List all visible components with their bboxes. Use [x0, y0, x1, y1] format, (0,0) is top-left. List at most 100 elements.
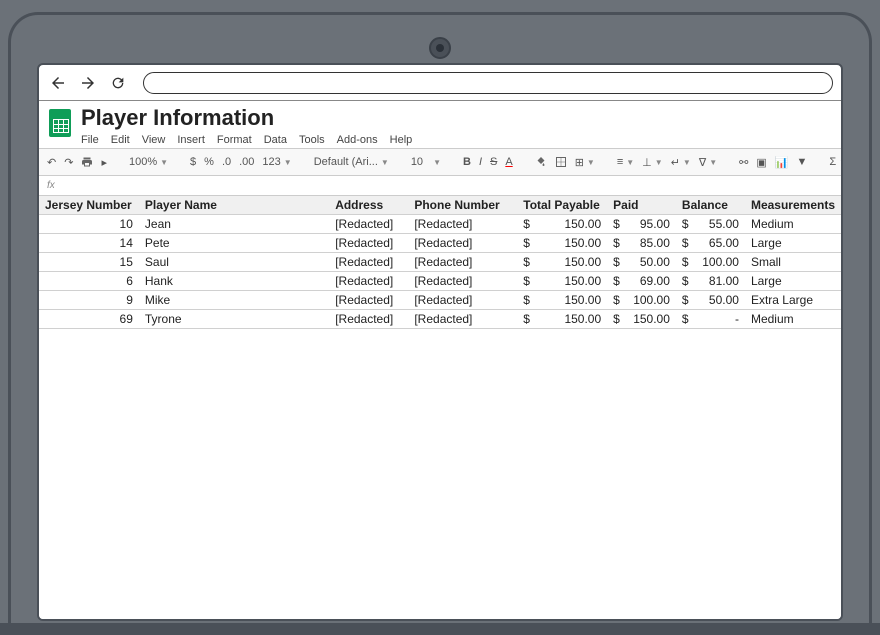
cell-name[interactable]: Hank: [139, 272, 329, 291]
cell-measurements[interactable]: Medium: [745, 310, 841, 329]
header-name[interactable]: Player Name: [139, 196, 329, 215]
font-size-select[interactable]: 10: [411, 156, 423, 168]
halign-button[interactable]: ≡▼: [617, 156, 634, 168]
menu-view[interactable]: View: [142, 134, 166, 146]
document-title[interactable]: Player Information: [81, 105, 412, 131]
filter-button[interactable]: ▼: [796, 156, 807, 168]
cell-name[interactable]: Jean: [139, 215, 329, 234]
increase-decimal-button[interactable]: .00: [239, 156, 254, 168]
cell-phone[interactable]: [Redacted]: [408, 291, 517, 310]
percent-button[interactable]: %: [204, 156, 214, 168]
functions-button[interactable]: Σ▼: [829, 156, 841, 168]
cell-address[interactable]: [Redacted]: [329, 272, 408, 291]
cell-balance[interactable]: $55.00: [676, 215, 745, 234]
cell-total[interactable]: $150.00: [517, 310, 607, 329]
cell-paid[interactable]: $95.00: [607, 215, 676, 234]
strike-button[interactable]: S: [490, 156, 497, 168]
chart-button[interactable]: 📊: [775, 156, 789, 169]
cell-total[interactable]: $150.00: [517, 215, 607, 234]
bold-button[interactable]: B: [463, 156, 471, 168]
menu-help[interactable]: Help: [390, 134, 413, 146]
header-measurements[interactable]: Measurements: [745, 196, 841, 215]
zoom-select[interactable]: 100%▼: [129, 156, 168, 168]
font-select[interactable]: Default (Ari...▼: [314, 156, 389, 168]
cell-balance[interactable]: $-: [676, 310, 745, 329]
cell-measurements[interactable]: Large: [745, 234, 841, 253]
cell-jersey[interactable]: 9: [39, 291, 139, 310]
cell-address[interactable]: [Redacted]: [329, 215, 408, 234]
cell-address[interactable]: [Redacted]: [329, 253, 408, 272]
cell-total[interactable]: $150.00: [517, 253, 607, 272]
header-total[interactable]: Total Payable: [517, 196, 607, 215]
borders-button[interactable]: [555, 156, 567, 168]
rotate-button[interactable]: ∇▼: [699, 156, 717, 169]
cell-phone[interactable]: [Redacted]: [408, 272, 517, 291]
cell-jersey[interactable]: 6: [39, 272, 139, 291]
cell-phone[interactable]: [Redacted]: [408, 310, 517, 329]
url-bar[interactable]: [143, 72, 833, 94]
number-format-button[interactable]: 123▼: [262, 156, 291, 168]
text-color-button[interactable]: A: [505, 156, 512, 168]
header-balance[interactable]: Balance: [676, 196, 745, 215]
cell-paid[interactable]: $85.00: [607, 234, 676, 253]
cell-address[interactable]: [Redacted]: [329, 310, 408, 329]
italic-button[interactable]: I: [479, 156, 482, 168]
cell-paid[interactable]: $69.00: [607, 272, 676, 291]
cell-phone[interactable]: [Redacted]: [408, 253, 517, 272]
cell-name[interactable]: Pete: [139, 234, 329, 253]
cell-jersey[interactable]: 15: [39, 253, 139, 272]
menu-addons[interactable]: Add-ons: [337, 134, 378, 146]
menu-edit[interactable]: Edit: [111, 134, 130, 146]
cell-balance[interactable]: $100.00: [676, 253, 745, 272]
cell-name[interactable]: Tyrone: [139, 310, 329, 329]
cell-phone[interactable]: [Redacted]: [408, 234, 517, 253]
cell-phone[interactable]: [Redacted]: [408, 215, 517, 234]
comment-button[interactable]: ▣: [756, 156, 766, 169]
fill-color-button[interactable]: [535, 156, 547, 168]
wrap-button[interactable]: ↵▼: [671, 156, 691, 169]
cell-total[interactable]: $150.00: [517, 291, 607, 310]
menu-data[interactable]: Data: [264, 134, 287, 146]
valign-button[interactable]: ⊥▼: [642, 156, 663, 169]
cell-name[interactable]: Saul: [139, 253, 329, 272]
spreadsheet[interactable]: Jersey Number Player Name Address Phone …: [39, 196, 841, 619]
cell-measurements[interactable]: Large: [745, 272, 841, 291]
cell-jersey[interactable]: 69: [39, 310, 139, 329]
link-button[interactable]: ⚯: [739, 156, 748, 169]
redo-button[interactable]: ↷: [64, 156, 73, 169]
cell-measurements[interactable]: Extra Large: [745, 291, 841, 310]
menu-insert[interactable]: Insert: [177, 134, 205, 146]
menu-tools[interactable]: Tools: [299, 134, 325, 146]
cell-paid[interactable]: $150.00: [607, 310, 676, 329]
undo-button[interactable]: ↶: [47, 156, 56, 169]
cell-total[interactable]: $150.00: [517, 272, 607, 291]
cell-address[interactable]: [Redacted]: [329, 234, 408, 253]
cell-measurements[interactable]: Medium: [745, 215, 841, 234]
menu-file[interactable]: File: [81, 134, 99, 146]
print-button[interactable]: [81, 156, 93, 168]
cell-name[interactable]: Mike: [139, 291, 329, 310]
menu-format[interactable]: Format: [217, 134, 252, 146]
currency-button[interactable]: $: [190, 156, 196, 168]
header-paid[interactable]: Paid: [607, 196, 676, 215]
cell-balance[interactable]: $50.00: [676, 291, 745, 310]
cell-paid[interactable]: $50.00: [607, 253, 676, 272]
header-jersey[interactable]: Jersey Number: [39, 196, 139, 215]
back-button[interactable]: [47, 74, 69, 92]
cell-measurements[interactable]: Small: [745, 253, 841, 272]
reload-button[interactable]: [107, 75, 129, 91]
cell-total[interactable]: $150.00: [517, 234, 607, 253]
header-address[interactable]: Address: [329, 196, 408, 215]
cell-paid[interactable]: $100.00: [607, 291, 676, 310]
cell-jersey[interactable]: 10: [39, 215, 139, 234]
decrease-decimal-button[interactable]: .0: [222, 156, 231, 168]
formula-bar[interactable]: fx: [39, 176, 841, 196]
forward-button[interactable]: [77, 74, 99, 92]
merge-button[interactable]: ⊞▼: [575, 156, 595, 169]
cell-address[interactable]: [Redacted]: [329, 291, 408, 310]
paint-format-button[interactable]: ▸: [101, 156, 107, 169]
cell-balance[interactable]: $81.00: [676, 272, 745, 291]
header-phone[interactable]: Phone Number: [408, 196, 517, 215]
cell-jersey[interactable]: 14: [39, 234, 139, 253]
cell-balance[interactable]: $65.00: [676, 234, 745, 253]
